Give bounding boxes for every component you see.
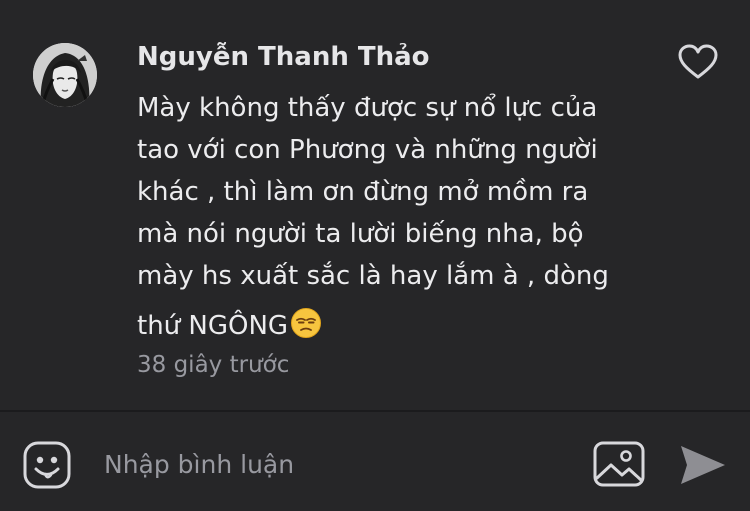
avatar[interactable] [33, 43, 97, 107]
comment-screen: Nguyễn Thanh Thảo Mày không thấy được sự… [0, 0, 750, 511]
comment-input-bar [0, 412, 750, 511]
avatar-illustration [33, 43, 97, 107]
comment-item: Nguyễn Thanh Thảo Mày không thấy được sự… [0, 0, 750, 410]
heart-outline-icon[interactable] [678, 44, 718, 80]
comment-line: mà nói người ta lười biếng nha, bộ [137, 219, 584, 249]
comment-line: khác , thì làm ơn đừng mở mồm ra [137, 177, 589, 207]
comment-line: Mày không thấy được sự nổ lực của [137, 93, 598, 123]
comment-line-last: thứ NGÔNG [137, 305, 697, 347]
send-icon[interactable] [678, 443, 728, 487]
comment-line: tao với con Phương và những người [137, 135, 598, 165]
comment-timestamp: 38 giây trước [137, 352, 290, 378]
unamused-face-icon [291, 308, 322, 338]
comment-line: mày hs xuất sắc là hay lắm à , dòng [137, 261, 609, 291]
comment-line: thứ NGÔNG [137, 311, 289, 341]
smiley-face-icon[interactable] [22, 440, 72, 490]
image-icon[interactable] [592, 440, 646, 488]
comment-text: Mày không thấy được sự nổ lực của tao vớ… [137, 87, 697, 347]
comment-input[interactable] [92, 440, 586, 488]
author-name[interactable]: Nguyễn Thanh Thảo [137, 42, 430, 72]
